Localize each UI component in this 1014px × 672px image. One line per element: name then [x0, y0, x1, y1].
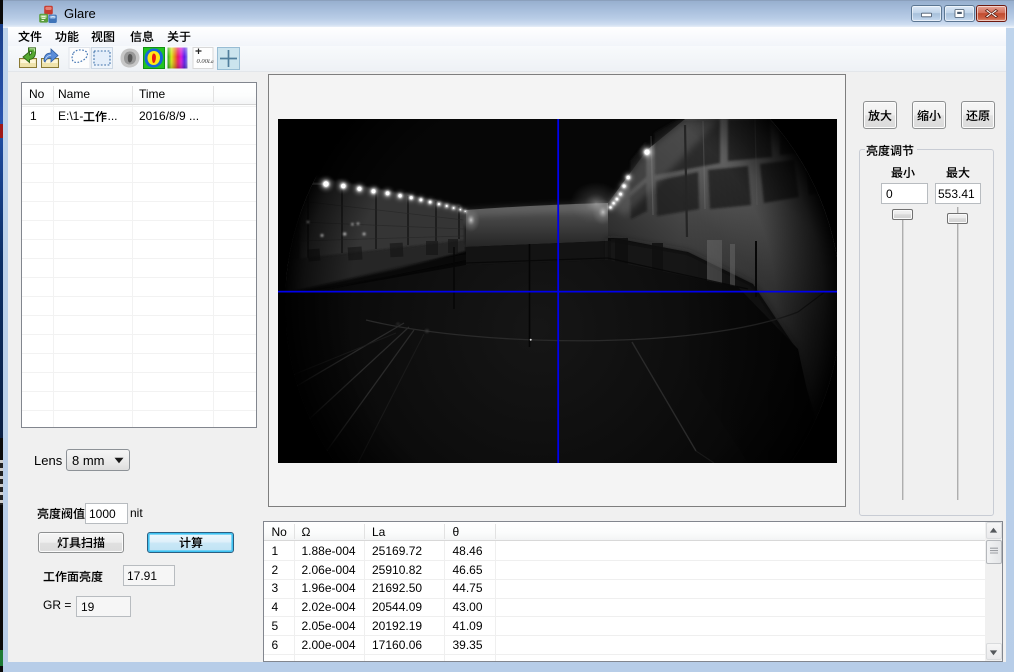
svg-text:0.00La: 0.00La — [197, 58, 214, 65]
